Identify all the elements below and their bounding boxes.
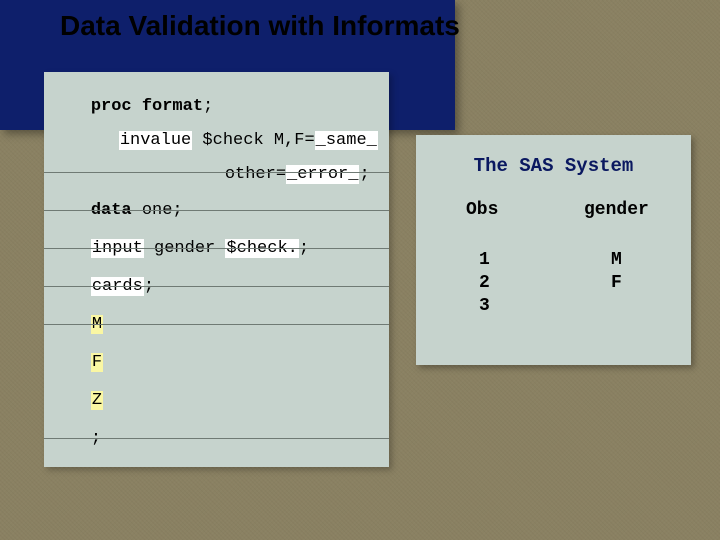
code-line-3: other=_error_; xyxy=(184,146,370,203)
output-panel: The SAS System Obs gender 1 M 2 F 3 xyxy=(416,135,691,365)
kw-error: _error_ xyxy=(286,165,359,184)
obs-1: 1 xyxy=(479,250,490,270)
data-Z: Z xyxy=(91,391,103,410)
kw-invalue: invalue xyxy=(119,131,192,150)
gender-2: F xyxy=(611,273,622,293)
divider xyxy=(44,172,389,173)
output-title: The SAS System xyxy=(416,155,691,177)
code-panel: proc format; invalue $check M,F=_same_ o… xyxy=(44,72,389,467)
data-F: F xyxy=(91,353,103,372)
code-text: ; xyxy=(359,165,369,184)
divider xyxy=(44,248,389,249)
col-header-gender: gender xyxy=(584,200,649,220)
obs-2: 2 xyxy=(479,273,490,293)
code-text: other= xyxy=(225,165,286,184)
divider xyxy=(44,438,389,439)
col-header-obs: Obs xyxy=(466,200,498,220)
slide-title: Data Validation with Informats xyxy=(60,10,460,42)
divider xyxy=(44,286,389,287)
gender-1: M xyxy=(611,250,622,270)
divider xyxy=(44,210,389,211)
divider xyxy=(44,324,389,325)
obs-3: 3 xyxy=(479,296,490,316)
